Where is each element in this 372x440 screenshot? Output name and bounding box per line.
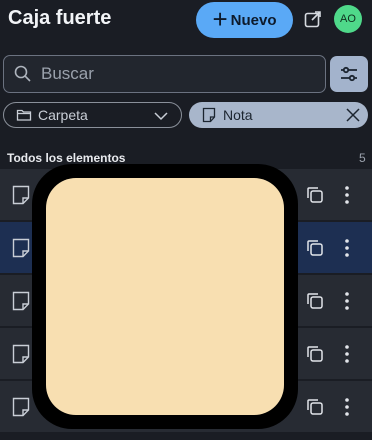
more-options-icon[interactable]: [340, 397, 354, 417]
more-options-icon[interactable]: [340, 238, 354, 258]
more-options-icon[interactable]: [340, 185, 354, 205]
note-icon: [12, 185, 30, 205]
new-item-label: Nuevo: [230, 11, 277, 29]
folder-filter-label: Carpeta: [38, 107, 88, 123]
note-filter-chip[interactable]: Nota: [189, 102, 368, 128]
item-count: 5: [359, 151, 366, 165]
note-icon: [12, 397, 30, 417]
note-icon: [12, 238, 30, 258]
search-input[interactable]: [41, 64, 311, 84]
plus-icon: +: [212, 3, 228, 34]
header-bar: Caja fuerte + Nuevo AO: [0, 0, 372, 40]
search-icon: [14, 65, 31, 82]
avatar[interactable]: AO: [334, 5, 362, 33]
section-title: Todos los elementos: [7, 151, 126, 165]
note-filter-label: Nota: [223, 107, 253, 123]
copy-icon[interactable]: [306, 345, 324, 363]
folder-filter-dropdown[interactable]: Carpeta: [3, 102, 182, 128]
copy-icon[interactable]: [306, 292, 324, 310]
sliders-icon: [341, 66, 357, 82]
bottom-edge: [0, 432, 372, 440]
page-title: Caja fuerte: [8, 7, 112, 29]
filter-settings-button[interactable]: [330, 56, 368, 92]
popout-window-icon[interactable]: [303, 9, 323, 29]
copy-icon[interactable]: [306, 239, 324, 257]
note-icon: [202, 107, 216, 123]
close-icon[interactable]: [344, 106, 362, 124]
copy-icon[interactable]: [306, 398, 324, 416]
more-options-icon[interactable]: [340, 344, 354, 364]
search-field[interactable]: [3, 55, 326, 93]
chevron-down-icon: [154, 112, 168, 121]
note-icon: [12, 291, 30, 311]
more-options-icon[interactable]: [340, 291, 354, 311]
redaction-overlay: [46, 178, 284, 415]
new-item-button[interactable]: + Nuevo: [196, 2, 293, 38]
copy-icon[interactable]: [306, 186, 324, 204]
folder-icon: [16, 109, 32, 121]
note-icon: [12, 344, 30, 364]
